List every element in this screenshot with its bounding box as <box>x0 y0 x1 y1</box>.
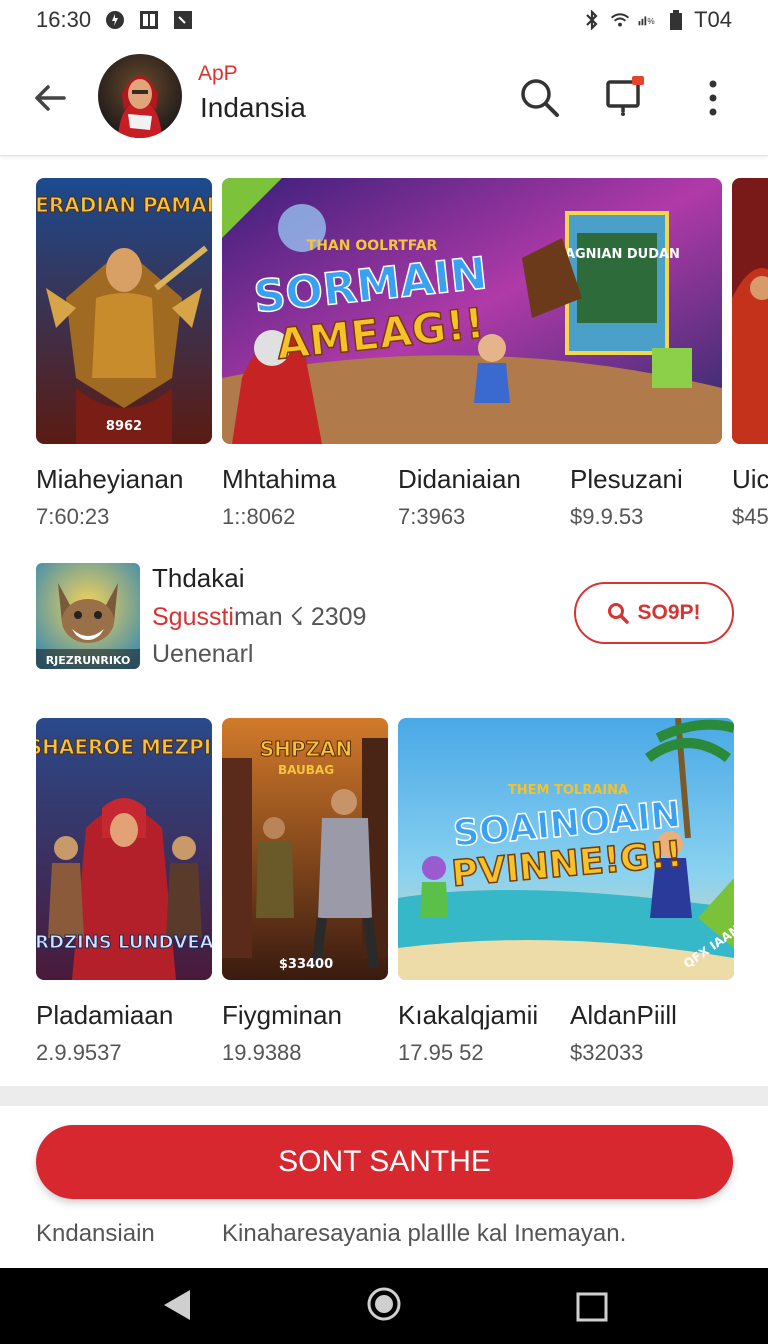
svg-text:SHAEROE MEZPI!: SHAEROE MEZPI! <box>36 735 212 759</box>
svg-text:SHPZAN: SHPZAN <box>260 737 353 761</box>
svg-text:%: % <box>647 17 655 26</box>
featured-app-category: Uenenarl <box>152 640 254 668</box>
footer-link[interactable]: Kndansiain <box>36 1220 155 1248</box>
gallery-icon <box>139 10 159 30</box>
game-price: 19.9388 <box>222 1040 302 1065</box>
app-header: ApP Indansia <box>0 44 768 156</box>
svg-text:THAN OOLRTFAR: THAN OOLRTFAR <box>307 238 438 254</box>
square-recents-icon <box>576 1292 608 1322</box>
svg-text:NERADIAN PAMAIA: NERADIAN PAMAIA <box>36 193 212 217</box>
footer-text: Kinaharesayania plaIlle kal Inemayan. <box>222 1220 627 1247</box>
nav-home-button[interactable] <box>366 1286 402 1327</box>
game-price: $45 <box>732 504 768 529</box>
page-title: Indansia <box>200 92 306 123</box>
circle-home-icon <box>367 1287 401 1321</box>
section-divider <box>0 1086 768 1106</box>
featured-app-name[interactable]: Thdakai <box>152 563 245 594</box>
featured-action-label: SO9P! <box>637 601 701 624</box>
screen-notification-icon <box>606 76 644 116</box>
game-card-1-art[interactable]: NERADIAN PAMAIA 8962 <box>36 178 212 444</box>
status-bar: 16:30 % T04 <box>0 0 768 40</box>
svg-text:NAGNIAN DUDAN: NAGNIAN DUDAN <box>554 247 680 262</box>
svg-text:THEM TOLRAINA: THEM TOLRAINA <box>508 783 628 798</box>
search-icon <box>608 603 630 624</box>
system-nav-bar <box>0 1268 768 1344</box>
bluetooth-icon <box>582 10 602 30</box>
arrow-left-icon <box>35 85 66 111</box>
game-price: $9.9.53 <box>570 504 644 529</box>
game-title[interactable]: Pladamiaan <box>36 1000 173 1031</box>
search-icon <box>521 79 559 117</box>
game-title[interactable]: Didaniaian <box>398 464 521 495</box>
notifications-button[interactable] <box>604 74 648 118</box>
game-price: 17.95 52 <box>398 1040 484 1065</box>
svg-text:8962: 8962 <box>106 419 142 434</box>
game-card-3-art[interactable] <box>732 178 768 444</box>
svg-text:RJEZRUNRIKO: RJEZRUNRIKO <box>46 654 131 667</box>
nav-recents-button[interactable] <box>576 1292 608 1327</box>
status-time: 16:30 <box>36 7 92 32</box>
game-card-5-art[interactable]: SHPZAN BAUBAG $33400 <box>222 718 388 980</box>
battery-icon <box>666 10 686 30</box>
triangle-back-icon <box>164 1290 190 1320</box>
signal-icon: % <box>638 10 658 30</box>
svg-text:BRDZINS LUNDVEAS: BRDZINS LUNDVEAS <box>36 932 212 953</box>
header-subtitle: ApP <box>198 62 238 85</box>
game-title[interactable]: Miaheyianan <box>36 464 183 495</box>
game-price: $32033 <box>570 1040 644 1065</box>
svg-text:$33400: $33400 <box>279 957 333 972</box>
more-vertical-icon <box>709 80 717 116</box>
game-title[interactable]: AldanPiill <box>570 1000 677 1031</box>
avatar[interactable] <box>98 54 182 138</box>
game-card-6-art[interactable]: THEM TOLRAINA SOAINOAIN PVINNE!G!! QFX I… <box>398 718 734 980</box>
search-button[interactable] <box>518 76 560 118</box>
back-button[interactable] <box>30 78 70 118</box>
game-price: 7:3963 <box>398 504 466 529</box>
game-price: 2.9.9537 <box>36 1040 122 1065</box>
game-card-4-art[interactable]: SHAEROE MEZPI! BRDZINS LUNDVEAS <box>36 718 212 980</box>
featured-meta-highlight: Sgussti <box>152 603 234 631</box>
battery-text: T04 <box>694 7 732 32</box>
screenshot-icon <box>173 10 193 30</box>
primary-action-button[interactable]: SONT SANTHE <box>36 1125 733 1199</box>
nav-back-button[interactable] <box>160 1288 192 1327</box>
game-title[interactable]: Plesuzani <box>570 464 683 495</box>
game-card-2-art[interactable]: NAGNIAN DUDAN THAN OOLRTFAR SORMAIN AMEA… <box>222 178 722 444</box>
featured-meta-rest: man ☇ 2309 <box>233 603 367 631</box>
game-title[interactable]: Kıakalqjamii <box>398 1000 538 1031</box>
game-title[interactable]: Uic <box>732 464 768 495</box>
wifi-icon <box>610 10 630 30</box>
notification-icon <box>105 10 125 30</box>
featured-app-meta: Sgusstiman ☇ 2309 <box>152 602 366 632</box>
game-price: 7:60:23 <box>36 504 110 529</box>
svg-text:BAUBAG: BAUBAG <box>278 763 334 777</box>
featured-action-button[interactable]: SO9P! <box>574 582 734 644</box>
game-title[interactable]: Mhtahima <box>222 464 336 495</box>
game-title[interactable]: Fiygminan <box>222 1000 342 1031</box>
game-price: 1::8062 <box>222 504 296 529</box>
more-options-button[interactable] <box>698 78 728 118</box>
featured-app-icon[interactable]: RJEZRUNRIKO <box>36 563 140 669</box>
